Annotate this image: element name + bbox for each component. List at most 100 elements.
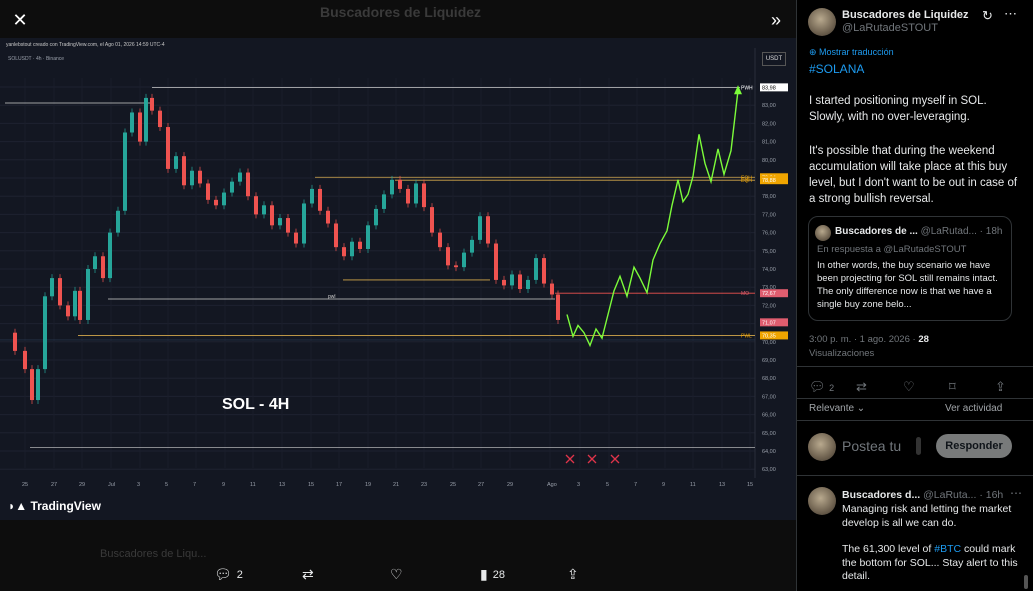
reply-name[interactable]: Buscadores d...: [842, 489, 920, 501]
activity-link[interactable]: Ver actividad: [945, 403, 1002, 414]
tradingview-logo: ◗▲ TradingView: [8, 499, 101, 513]
candle-body: [390, 179, 394, 195]
views-count: 28: [492, 568, 505, 581]
reply-avatar[interactable]: [808, 487, 836, 515]
timestamp[interactable]: 3:00 p. m. · 1 ago. 2026 ·: [809, 334, 916, 345]
views-action[interactable]: ▮ 28: [480, 566, 505, 583]
candle-body: [101, 256, 105, 279]
candle-body: [66, 305, 70, 317]
bookmark-icon[interactable]: ⌑: [949, 379, 956, 395]
quote-handle: @LaRutad...: [920, 226, 977, 237]
x-tick-label: Jul: [108, 482, 115, 488]
sort-relevant[interactable]: Relevante ⌄: [809, 403, 865, 414]
reply-action-side[interactable]: 💬︎ 2: [809, 379, 834, 395]
x-tick-label: 23: [421, 482, 427, 488]
x-mark: [610, 454, 620, 464]
candle-body: [542, 258, 546, 284]
quote-time: · 18h: [979, 226, 1003, 237]
repost-icon[interactable]: ⇄: [856, 379, 867, 395]
candle-body: [494, 243, 498, 280]
candle-body: [30, 369, 34, 401]
reply-text-pre: The 61,300 level of: [842, 543, 935, 555]
x-tick-label: 15: [747, 482, 753, 488]
compose-scrollbar: [916, 437, 921, 455]
scrollbar[interactable]: [1024, 575, 1028, 589]
account-name[interactable]: Buscadores de Liquidez: [842, 9, 969, 21]
quoted-tweet[interactable]: Buscadores de ... @LaRutad... · 18h En r…: [808, 216, 1012, 321]
candle-body: [310, 188, 314, 204]
y-tick-label: 75,00: [762, 249, 776, 255]
compose-input[interactable]: Postea tu: [842, 438, 901, 454]
more-icon[interactable]: ⋯: [1004, 6, 1017, 22]
share-icon: ⇪: [567, 566, 579, 582]
grok-icon[interactable]: ↻: [982, 8, 993, 24]
repost-action[interactable]: ⇄: [302, 566, 314, 583]
repost-icon: ⇄: [302, 566, 314, 582]
candle-body: [534, 258, 538, 280]
y-tick-label: 64,00: [762, 449, 776, 455]
candle-body: [50, 278, 54, 297]
y-tick-label: 82,00: [762, 121, 776, 127]
x-tick-label: 3: [577, 482, 580, 488]
x-tick-label: 11: [250, 482, 256, 488]
candle-body: [526, 279, 530, 290]
level-tag: PWL: [741, 333, 752, 339]
like-action[interactable]: ♡: [390, 566, 403, 583]
y-tick-label: 68,00: [762, 376, 776, 382]
btc-hashtag[interactable]: #BTC: [934, 543, 961, 555]
price-tag-text: 71,07: [762, 320, 776, 326]
account-handle[interactable]: @LaRutadeSTOUT: [842, 22, 938, 34]
tweet-body-p1: I started positioning myself in SOL. Slo…: [809, 95, 987, 123]
close-icon[interactable]: ✕: [8, 8, 32, 32]
y-tick-label: 77,00: [762, 212, 776, 218]
x-tick-label: 7: [193, 482, 196, 488]
timestamp-row: 3:00 p. m. · 1 ago. 2026 · 28: [809, 334, 929, 345]
candle-body: [438, 232, 442, 248]
hashtag-link[interactable]: #SOLANA: [809, 62, 864, 76]
pwl-mid-label: pwl: [328, 294, 336, 300]
y-tick-label: 74,00: [762, 267, 776, 273]
candle-body: [130, 112, 134, 133]
candle-body: [294, 232, 298, 244]
avatar[interactable]: [808, 8, 836, 36]
candle-body: [246, 172, 250, 197]
double-chevron-right-icon[interactable]: »: [764, 8, 788, 32]
sort-label: Relevante: [809, 403, 855, 414]
x-tick-label: 29: [79, 482, 85, 488]
candle-body: [430, 207, 434, 233]
x-tick-label: 21: [393, 482, 399, 488]
divider: [797, 475, 1033, 476]
candle-body: [334, 223, 338, 248]
reply-button[interactable]: Responder: [936, 434, 1012, 458]
candle-body: [158, 110, 162, 128]
quote-reply-to: En respuesta a @LaRutadeSTOUT: [817, 244, 967, 255]
heart-icon[interactable]: ♡: [903, 379, 915, 395]
candle-body: [58, 278, 62, 306]
quote-text: In other words, the buy scenario we have…: [817, 260, 998, 310]
candle-body: [166, 127, 170, 169]
y-tick-label: 76,00: [762, 231, 776, 237]
candle-body: [150, 97, 154, 111]
x-tick-label: 11: [690, 482, 696, 488]
divider: [797, 366, 1033, 367]
y-tick-label: 66,00: [762, 413, 776, 419]
reply-handle[interactable]: @LaRuta...: [923, 489, 976, 501]
share-action[interactable]: ⇪: [567, 566, 579, 583]
candle-body: [406, 188, 410, 204]
share-icon[interactable]: ⇪: [995, 379, 1006, 395]
reply-more-icon[interactable]: ⋯: [1010, 486, 1022, 500]
candle-body: [510, 274, 514, 286]
reply-action[interactable]: 💬︎ 2: [214, 566, 243, 583]
candle-body: [138, 112, 142, 142]
level-tag: PWH: [741, 85, 753, 91]
candle-body: [43, 296, 47, 370]
candle-body: [556, 294, 560, 320]
y-tick-label: 69,00: [762, 358, 776, 364]
translate-link[interactable]: ⊕ Mostrar traducción: [809, 47, 894, 58]
x-tick-label: 7: [634, 482, 637, 488]
chevron-down-icon: ⌄: [854, 403, 866, 414]
x-tick-label: 27: [51, 482, 57, 488]
candle-body: [454, 265, 458, 268]
y-tick-label: 70,00: [762, 340, 776, 346]
candle-body: [382, 194, 386, 209]
